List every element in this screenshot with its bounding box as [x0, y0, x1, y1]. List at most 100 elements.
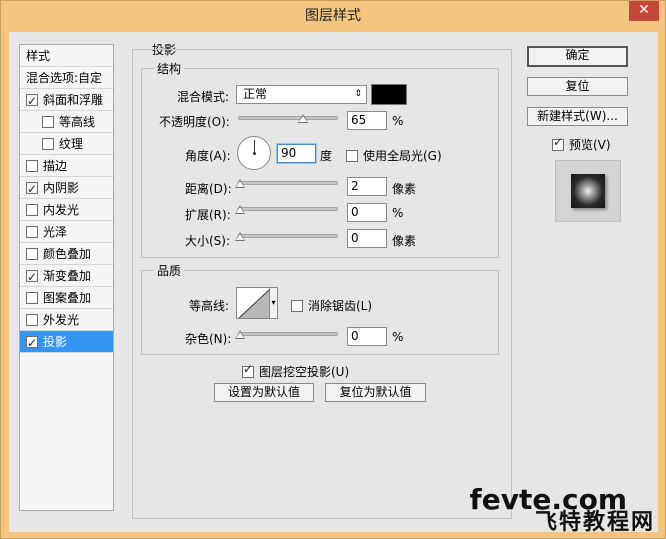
style-item-checkbox[interactable] — [26, 266, 38, 288]
dialog-body: 样式 混合选项:自定 斜面和浮雕等高线纹理描边内阴影内发光光泽颜色叠加渐变叠加图… — [9, 32, 658, 532]
style-item-label: 投影 — [43, 335, 68, 349]
style-item-checkbox[interactable] — [26, 332, 38, 354]
styles-header[interactable]: 样式 — [20, 45, 113, 67]
make-default-button[interactable]: 设置为默认值 — [214, 383, 314, 402]
style-item[interactable]: 外发光 — [20, 309, 113, 331]
global-light-option[interactable]: 使用全局光(G) — [346, 147, 442, 164]
spread-slider-thumb[interactable] — [235, 205, 245, 214]
spread-slider[interactable] — [238, 207, 338, 211]
blend-options-item[interactable]: 混合选项:自定 — [20, 67, 113, 89]
noise-slider-thumb[interactable] — [235, 330, 245, 339]
distance-slider[interactable] — [238, 181, 338, 185]
style-item-label: 内发光 — [43, 203, 80, 217]
style-item-label: 外发光 — [43, 313, 80, 327]
style-item-checkbox[interactable] — [26, 314, 38, 326]
window-title: 图层样式 — [305, 8, 361, 24]
opacity-input[interactable]: 65 — [347, 111, 387, 130]
global-light-checkbox[interactable] — [346, 150, 358, 162]
noise-unit: % — [392, 330, 404, 344]
select-arrow-icon: ⇕ — [354, 89, 362, 99]
opacity-slider-thumb[interactable] — [298, 114, 308, 123]
watermark-cn: 飞特教程网 — [534, 510, 655, 535]
style-item-checkbox[interactable] — [26, 160, 38, 172]
opacity-slider[interactable] — [238, 116, 338, 120]
style-item-checkbox[interactable] — [42, 138, 54, 150]
style-item[interactable]: 渐变叠加 — [20, 265, 113, 288]
style-item[interactable]: 投影 — [20, 331, 113, 354]
style-item-label: 渐变叠加 — [43, 269, 92, 283]
preview-option[interactable]: 预览(V) — [552, 135, 611, 153]
noise-input[interactable]: 0 — [347, 327, 387, 346]
style-item-checkbox[interactable] — [26, 90, 38, 112]
style-item[interactable]: 等高线 — [20, 111, 113, 133]
knockout-label: 图层挖空投影(U) — [259, 365, 350, 379]
close-button[interactable]: ✕ — [629, 1, 659, 21]
knockout-option[interactable]: 图层挖空投影(U) — [242, 362, 350, 380]
opacity-unit: % — [392, 114, 404, 128]
contour-dropdown-arrow-icon[interactable]: ▾ — [270, 287, 278, 319]
preview-checkbox[interactable] — [552, 135, 564, 151]
style-item-label: 等高线 — [59, 115, 96, 129]
blend-mode-label: 混合模式: — [177, 90, 230, 104]
style-item[interactable]: 斜面和浮雕 — [20, 89, 113, 112]
style-item-checkbox[interactable] — [26, 178, 38, 200]
spread-label: 扩展(R): — [185, 208, 231, 222]
style-item[interactable]: 内发光 — [20, 199, 113, 221]
style-item-label: 斜面和浮雕 — [43, 93, 104, 107]
style-item[interactable]: 描边 — [20, 155, 113, 177]
anti-alias-label: 消除锯齿(L) — [308, 299, 373, 313]
layer-style-dialog: 图层样式 ✕ 样式 混合选项:自定 斜面和浮雕等高线纹理描边内阴影内发光光泽颜色… — [0, 0, 666, 539]
ok-button[interactable]: 确定 — [527, 46, 628, 67]
style-item-checkbox[interactable] — [26, 204, 38, 216]
size-label: 大小(S): — [185, 234, 231, 248]
contour-label: 等高线: — [189, 299, 230, 313]
knockout-checkbox[interactable] — [242, 362, 254, 378]
angle-unit: 度 — [320, 149, 333, 163]
styles-list: 样式 混合选项:自定 斜面和浮雕等高线纹理描边内阴影内发光光泽颜色叠加渐变叠加图… — [19, 44, 114, 511]
angle-label: 角度(A): — [185, 149, 231, 163]
preview-label: 预览(V) — [569, 138, 611, 152]
style-item-checkbox[interactable] — [42, 116, 54, 128]
global-light-label: 使用全局光(G) — [363, 149, 442, 163]
reset-button[interactable]: 复位 — [527, 77, 628, 96]
size-input[interactable]: 0 — [347, 229, 387, 248]
angle-input[interactable]: 90 — [277, 144, 316, 163]
style-item-checkbox[interactable] — [26, 292, 38, 304]
blend-mode-select[interactable]: 正常 ⇕ — [236, 85, 367, 104]
style-item[interactable]: 纹理 — [20, 133, 113, 155]
style-item-checkbox[interactable] — [26, 226, 38, 238]
opacity-label: 不透明度(O): — [159, 115, 230, 129]
size-slider[interactable] — [238, 234, 338, 238]
anti-alias-option[interactable]: 消除锯齿(L) — [291, 297, 372, 314]
contour-picker[interactable] — [236, 287, 270, 319]
distance-input[interactable]: 2 — [347, 177, 387, 196]
style-item[interactable]: 内阴影 — [20, 177, 113, 200]
style-item-label: 纹理 — [59, 137, 84, 151]
style-item-checkbox[interactable] — [26, 248, 38, 260]
contour-curve-icon — [238, 289, 269, 318]
shadow-color-swatch[interactable] — [371, 84, 407, 105]
spread-unit: % — [392, 206, 404, 220]
blend-mode-value: 正常 — [243, 87, 268, 101]
new-style-button[interactable]: 新建样式(W)... — [527, 107, 628, 126]
quality-title: 品质 — [154, 262, 185, 279]
reset-default-button[interactable]: 复位为默认值 — [325, 383, 426, 402]
style-items-container: 斜面和浮雕等高线纹理描边内阴影内发光光泽颜色叠加渐变叠加图案叠加外发光投影 — [20, 89, 113, 354]
size-unit: 像素 — [392, 234, 417, 248]
structure-title: 结构 — [154, 60, 185, 77]
distance-unit: 像素 — [392, 182, 417, 196]
angle-dial[interactable] — [237, 136, 271, 170]
style-item[interactable]: 光泽 — [20, 221, 113, 243]
style-item-label: 图案叠加 — [43, 291, 92, 305]
distance-slider-thumb[interactable] — [235, 179, 245, 188]
preview-thumbnail — [571, 174, 605, 208]
style-item[interactable]: 颜色叠加 — [20, 243, 113, 265]
style-item[interactable]: 图案叠加 — [20, 287, 113, 309]
spread-input[interactable]: 0 — [347, 203, 387, 222]
style-item-label: 描边 — [43, 159, 68, 173]
style-item-label: 颜色叠加 — [43, 247, 92, 261]
noise-slider[interactable] — [238, 332, 338, 336]
style-item-label: 内阴影 — [43, 181, 80, 195]
size-slider-thumb[interactable] — [235, 232, 245, 241]
anti-alias-checkbox[interactable] — [291, 300, 303, 312]
